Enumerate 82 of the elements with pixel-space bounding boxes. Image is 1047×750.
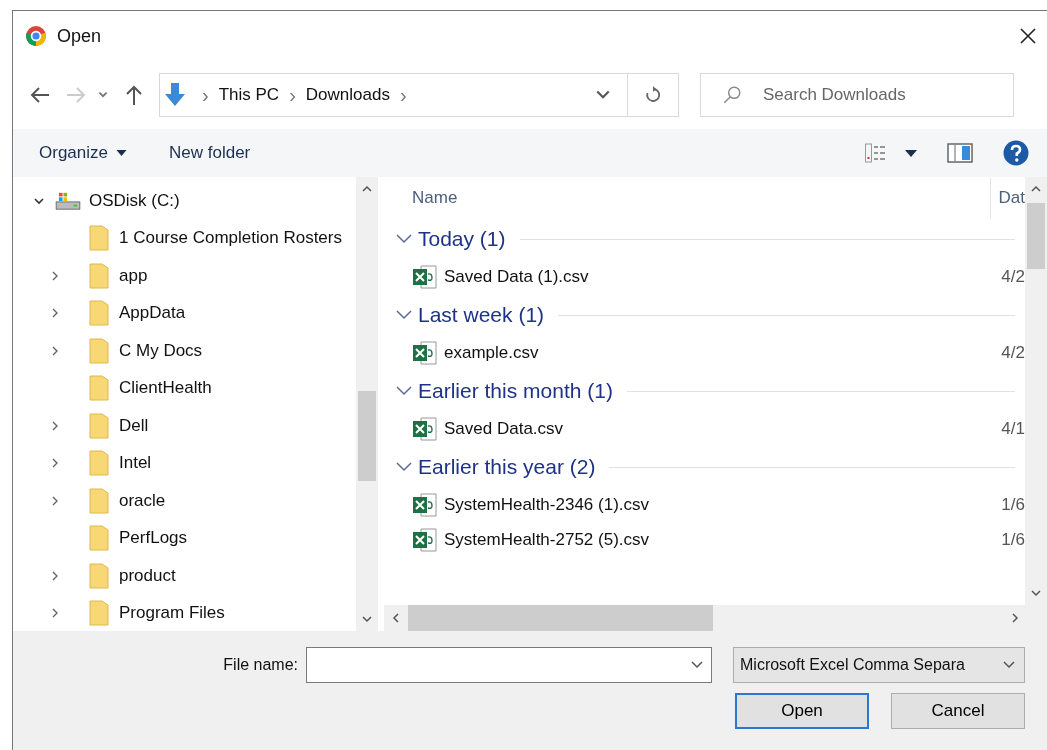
tree-item[interactable]: C My Docs (13, 332, 356, 370)
app-icon (25, 25, 47, 47)
scroll-thumb[interactable] (358, 391, 376, 481)
tree-item[interactable]: product (13, 557, 356, 595)
field-label: File name: (223, 656, 298, 674)
caret-icon[interactable] (116, 150, 127, 156)
file-row[interactable]: SystemHealth-2346 (1).csv 1/6 (384, 487, 1025, 523)
breadcrumb-separator[interactable]: › (289, 83, 296, 107)
scrollbar[interactable] (384, 605, 1047, 631)
folder-icon (89, 487, 109, 514)
search-field[interactable]: Search Downloads (700, 73, 1014, 117)
folder-icon (89, 225, 109, 252)
folder-icon (89, 300, 109, 327)
tree-item[interactable]: Dell (13, 407, 356, 445)
scrollbar[interactable] (356, 177, 378, 631)
folder-icon (89, 337, 109, 364)
scrollbar[interactable] (1025, 177, 1047, 605)
cancel-button[interactable]: Cancel (891, 693, 1025, 729)
spreadsheet-file-icon (412, 264, 438, 290)
column-header[interactable]: Name (412, 188, 458, 208)
breadcrumb-separator[interactable]: › (202, 83, 209, 107)
tree-item[interactable]: oracle (13, 482, 356, 520)
file-row[interactable]: SystemHealth-2752 (5).csv 1/6 (384, 523, 1025, 557)
file-name-field[interactable] (306, 647, 712, 683)
folder-icon (89, 600, 109, 627)
group-header[interactable]: Earlier this month (1) (418, 379, 613, 403)
file-row[interactable]: example.csv 4/2 (384, 335, 1025, 371)
tree-item[interactable]: Program Files (13, 594, 356, 632)
scroll-up-icon[interactable] (361, 185, 373, 193)
spreadsheet-file-icon (412, 492, 438, 518)
breadcrumb[interactable]: Downloads (305, 85, 390, 105)
group-chevron-icon[interactable] (396, 386, 412, 396)
tree-item[interactable]: Intel (13, 444, 356, 482)
breadcrumb[interactable]: This PC (218, 85, 280, 105)
file-row[interactable]: Saved Data.csv 4/1 (384, 411, 1025, 447)
tree-item[interactable]: ClientHealth (13, 369, 356, 407)
spreadsheet-file-icon (412, 527, 438, 553)
breadcrumb-separator[interactable]: › (399, 83, 407, 107)
spreadsheet-file-icon (412, 340, 438, 366)
open-button[interactable]: Open (735, 693, 869, 729)
scroll-left-icon[interactable] (392, 612, 400, 624)
address-bar[interactable]: › This PC › Downloads › (159, 73, 679, 117)
file-type-dropdown[interactable]: Microsoft Excel Comma Separa (733, 647, 1025, 683)
file-row[interactable]: Saved Data (1).csv 4/2 (384, 259, 1025, 295)
scroll-down-icon[interactable] (361, 615, 373, 623)
group-chevron-icon[interactable] (396, 310, 412, 320)
group-chevron-icon[interactable] (396, 234, 412, 244)
group-header[interactable]: Earlier this year (2) (418, 455, 596, 479)
new-folder-button[interactable]: New folder (163, 139, 257, 167)
folder-icon (89, 450, 109, 477)
help-icon[interactable] (1003, 140, 1029, 166)
dropdown-caret-icon[interactable] (595, 89, 611, 101)
close-icon[interactable] (1019, 27, 1037, 45)
folder-icon (89, 375, 109, 402)
tree-item[interactable]: 1 Course Completion Rosters (13, 219, 356, 257)
dropdown-caret-icon[interactable] (690, 660, 704, 670)
group-header[interactable]: Last week (1) (418, 303, 545, 327)
spreadsheet-file-icon (412, 416, 438, 442)
folder-icon (89, 525, 109, 552)
view-caret-icon[interactable] (905, 149, 917, 157)
group-header[interactable]: Today (1) (418, 227, 506, 251)
refresh-icon[interactable] (644, 86, 662, 104)
search-icon (722, 85, 742, 105)
group-chevron-icon[interactable] (396, 462, 412, 472)
tree-item[interactable]: AppData (13, 294, 356, 332)
window-title: Open (57, 25, 102, 47)
tree-item[interactable]: PerfLogs (13, 519, 356, 557)
drive-icon (55, 190, 81, 211)
scroll-down-icon[interactable] (1030, 589, 1042, 597)
scroll-up-icon[interactable] (1030, 185, 1042, 193)
organize-menu[interactable]: Organize (33, 139, 133, 167)
folder-icon (89, 412, 109, 439)
dropdown-caret-icon[interactable] (1002, 660, 1016, 670)
scroll-right-icon[interactable] (1011, 612, 1019, 624)
folder-icon (89, 262, 109, 289)
folder-icon (89, 562, 109, 589)
download-arrow-icon (164, 83, 186, 107)
tree-item[interactable]: OSDisk (C:) (13, 182, 356, 220)
scroll-thumb[interactable] (1027, 203, 1045, 269)
tree-item[interactable]: app (13, 257, 356, 295)
scroll-thumb[interactable] (408, 605, 713, 631)
preview-pane-icon[interactable] (947, 143, 973, 163)
